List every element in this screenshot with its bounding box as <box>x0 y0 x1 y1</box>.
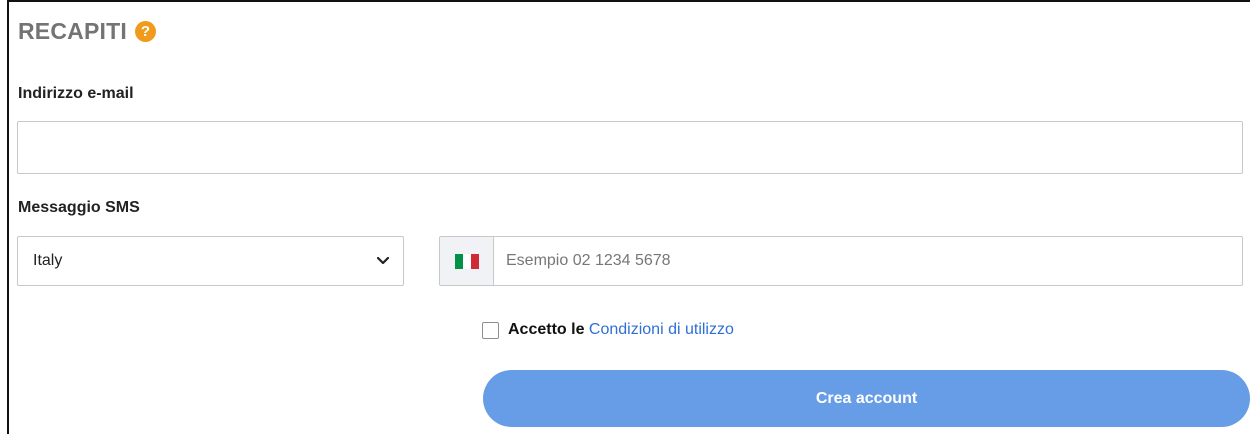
form-frame <box>7 0 1250 434</box>
sms-label: Messaggio SMS <box>18 199 140 216</box>
terms-text: Accetto le Condizioni di utilizzo <box>508 321 734 339</box>
country-value: Italy <box>33 252 63 269</box>
create-account-button[interactable]: Crea account <box>483 370 1250 427</box>
terms-checkbox[interactable] <box>482 321 499 339</box>
country-flag-box <box>440 237 494 285</box>
email-field[interactable] <box>17 121 1243 174</box>
question-circle-icon[interactable]: ? <box>134 21 156 42</box>
phone-input-group <box>439 236 1243 286</box>
phone-number-field[interactable] <box>494 237 1242 285</box>
terms-row: Accetto le Condizioni di utilizzo <box>482 321 734 339</box>
chevron-down-icon <box>377 255 389 267</box>
country-select[interactable]: Italy <box>17 236 404 286</box>
terms-conditions-link[interactable]: Condizioni di utilizzo <box>589 321 734 338</box>
section-header: RECAPITI ? <box>18 18 156 45</box>
italy-flag-icon <box>454 253 479 269</box>
section-title: RECAPITI <box>18 18 127 44</box>
email-label: Indirizzo e-mail <box>18 85 134 102</box>
terms-prefix: Accetto le <box>508 321 585 338</box>
